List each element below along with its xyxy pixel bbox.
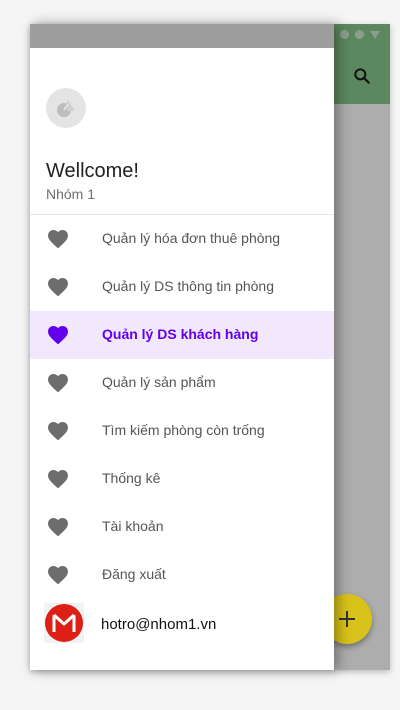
app-logo-icon [46, 88, 86, 128]
drawer-status-bar [30, 24, 334, 48]
drawer-title: Wellcome! [46, 160, 139, 182]
heart-icon [48, 278, 68, 297]
menu-item-customers[interactable]: Quản lý DS khách hàng [30, 311, 334, 359]
menu-item-statistics[interactable]: Thống kê [30, 455, 334, 503]
drawer-menu: Quản lý hóa đơn thuê phòng Quản lý DS th… [30, 215, 334, 599]
menu-item-label: Quản lý DS khách hàng [102, 326, 259, 342]
plus-icon [339, 611, 355, 627]
menu-item-room-info[interactable]: Quản lý DS thông tin phòng [30, 263, 334, 311]
heart-icon [48, 566, 68, 585]
drawer-header: Wellcome! Nhóm 1 [30, 48, 334, 215]
menu-item-label: Quản lý sản phẩm [102, 374, 216, 390]
support-email[interactable]: hotro@nhom1.vn [101, 616, 216, 633]
menu-item-find-room[interactable]: Tìm kiếm phòng còn trống [30, 407, 334, 455]
menu-item-account[interactable]: Tài khoản [30, 503, 334, 551]
menu-item-logout[interactable]: Đăng xuất [30, 551, 334, 599]
menu-item-invoices[interactable]: Quản lý hóa đơn thuê phòng [30, 215, 334, 263]
drawer-footer: hotro@nhom1.vn [30, 599, 334, 651]
heart-icon [48, 422, 68, 441]
menu-item-label: Đăng xuất [102, 566, 166, 582]
heart-icon [48, 470, 68, 489]
gmail-icon [44, 603, 84, 643]
menu-item-label: Quản lý hóa đơn thuê phòng [102, 230, 281, 246]
menu-item-label: Quản lý DS thông tin phòng [102, 278, 275, 294]
heart-icon [48, 326, 68, 345]
drawer-subtitle: Nhóm 1 [46, 186, 96, 202]
menu-item-products[interactable]: Quản lý sản phẩm [30, 359, 334, 407]
menu-item-label: Tài khoản [102, 518, 164, 534]
menu-item-label: Tìm kiếm phòng còn trống [102, 422, 265, 438]
menu-item-label: Thống kê [102, 470, 161, 486]
heart-icon [48, 374, 68, 393]
heart-icon [48, 230, 68, 249]
heart-icon [48, 518, 68, 537]
navigation-drawer: Wellcome! Nhóm 1 Quản lý hóa đơn thuê ph… [30, 24, 334, 670]
